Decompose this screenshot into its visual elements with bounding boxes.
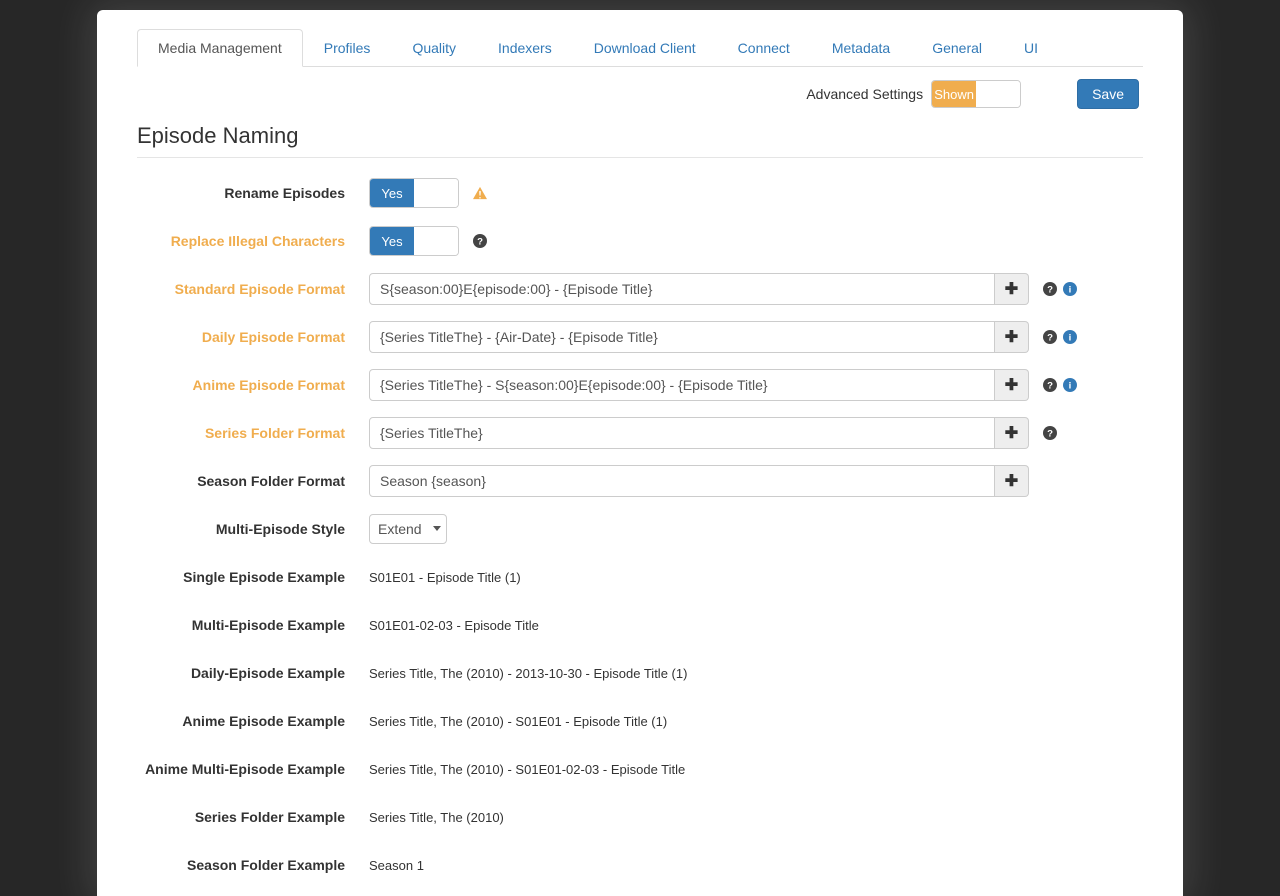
svg-text:?: ? bbox=[1047, 429, 1053, 440]
toggle-rename-episodes[interactable]: Yes bbox=[369, 178, 459, 208]
value-anime-episode-example: Series Title, The (2010) - S01E01 - Epis… bbox=[369, 714, 667, 729]
help-icon[interactable]: ? bbox=[473, 234, 487, 248]
row-anime-multi-episode-example: Anime Multi-Episode Example Series Title… bbox=[137, 752, 1143, 786]
label-multi-episode-style: Multi-Episode Style bbox=[137, 521, 369, 537]
plus-icon: ✚ bbox=[1005, 327, 1018, 347]
add-token-button[interactable]: ✚ bbox=[995, 465, 1029, 497]
label-single-episode-example: Single Episode Example bbox=[137, 569, 369, 585]
plus-icon: ✚ bbox=[1005, 471, 1018, 491]
tab-profiles[interactable]: Profiles bbox=[303, 29, 392, 67]
row-replace-illegal: Replace Illegal Characters Yes ? bbox=[137, 224, 1143, 258]
advanced-toggle-on: Shown bbox=[932, 81, 976, 107]
svg-text:i: i bbox=[1069, 333, 1072, 344]
label-anime-episode-example: Anime Episode Example bbox=[137, 713, 369, 729]
tab-metadata[interactable]: Metadata bbox=[811, 29, 911, 67]
tab-quality[interactable]: Quality bbox=[391, 29, 477, 67]
top-bar: Advanced Settings Shown Save bbox=[137, 79, 1143, 109]
input-season-folder-format[interactable] bbox=[369, 465, 995, 497]
label-season-folder-format: Season Folder Format bbox=[137, 473, 369, 489]
toggle-yes: Yes bbox=[370, 179, 414, 207]
advanced-toggle-off bbox=[976, 81, 1020, 107]
toggle-yes: Yes bbox=[370, 227, 414, 255]
info-icon[interactable]: i bbox=[1063, 282, 1077, 296]
value-multi-episode-example: S01E01-02-03 - Episode Title bbox=[369, 618, 539, 633]
row-anime-episode-example: Anime Episode Example Series Title, The … bbox=[137, 704, 1143, 738]
plus-icon: ✚ bbox=[1005, 279, 1018, 299]
tab-media-management[interactable]: Media Management bbox=[137, 29, 303, 67]
tab-general[interactable]: General bbox=[911, 29, 1003, 67]
label-multi-episode-example: Multi-Episode Example bbox=[137, 617, 369, 633]
label-anime-format: Anime Episode Format bbox=[137, 377, 369, 393]
plus-icon: ✚ bbox=[1005, 423, 1018, 443]
svg-text:i: i bbox=[1069, 285, 1072, 296]
label-series-folder-format: Series Folder Format bbox=[137, 425, 369, 441]
warning-icon bbox=[473, 186, 487, 200]
value-daily-episode-example: Series Title, The (2010) - 2013-10-30 - … bbox=[369, 666, 687, 681]
toggle-blank bbox=[414, 227, 458, 255]
label-season-folder-example: Season Folder Example bbox=[137, 857, 369, 873]
tab-ui[interactable]: UI bbox=[1003, 29, 1059, 67]
row-series-folder-format: Series Folder Format ✚ ? bbox=[137, 416, 1143, 450]
row-daily-episode-example: Daily-Episode Example Series Title, The … bbox=[137, 656, 1143, 690]
tab-download-client[interactable]: Download Client bbox=[573, 29, 717, 67]
value-single-episode-example: S01E01 - Episode Title (1) bbox=[369, 570, 521, 585]
svg-text:?: ? bbox=[477, 237, 483, 248]
advanced-settings-label: Advanced Settings bbox=[806, 86, 923, 102]
value-season-folder-example: Season 1 bbox=[369, 858, 424, 873]
row-rename-episodes: Rename Episodes Yes bbox=[137, 176, 1143, 210]
label-series-folder-example: Series Folder Example bbox=[137, 809, 369, 825]
svg-text:i: i bbox=[1069, 381, 1072, 392]
svg-text:?: ? bbox=[1047, 333, 1053, 344]
label-standard-format: Standard Episode Format bbox=[137, 281, 369, 297]
row-season-folder-format: Season Folder Format ✚ bbox=[137, 464, 1143, 498]
label-daily-format: Daily Episode Format bbox=[137, 329, 369, 345]
label-daily-episode-example: Daily-Episode Example bbox=[137, 665, 369, 681]
tab-indexers[interactable]: Indexers bbox=[477, 29, 573, 67]
label-replace-illegal: Replace Illegal Characters bbox=[137, 233, 369, 249]
row-multi-episode-style: Multi-Episode Style Extend bbox=[137, 512, 1143, 546]
tab-connect[interactable]: Connect bbox=[717, 29, 811, 67]
input-series-folder-format[interactable] bbox=[369, 417, 995, 449]
add-token-button[interactable]: ✚ bbox=[995, 273, 1029, 305]
settings-panel: Media Management Profiles Quality Indexe… bbox=[97, 10, 1183, 896]
svg-text:?: ? bbox=[1047, 285, 1053, 296]
input-anime-format[interactable] bbox=[369, 369, 995, 401]
add-token-button[interactable]: ✚ bbox=[995, 369, 1029, 401]
help-icon[interactable]: ? bbox=[1043, 282, 1057, 296]
add-token-button[interactable]: ✚ bbox=[995, 321, 1029, 353]
help-icon[interactable]: ? bbox=[1043, 426, 1057, 440]
info-icon[interactable]: i bbox=[1063, 378, 1077, 392]
row-multi-episode-example: Multi-Episode Example S01E01-02-03 - Epi… bbox=[137, 608, 1143, 642]
add-token-button[interactable]: ✚ bbox=[995, 417, 1029, 449]
help-icon[interactable]: ? bbox=[1043, 330, 1057, 344]
label-rename-episodes: Rename Episodes bbox=[137, 185, 369, 201]
row-standard-format: Standard Episode Format ✚ ? i bbox=[137, 272, 1143, 306]
row-anime-format: Anime Episode Format ✚ ? i bbox=[137, 368, 1143, 402]
save-button[interactable]: Save bbox=[1077, 79, 1139, 109]
input-daily-format[interactable] bbox=[369, 321, 995, 353]
tabs-bar: Media Management Profiles Quality Indexe… bbox=[137, 28, 1143, 67]
input-standard-format[interactable] bbox=[369, 273, 995, 305]
info-icon[interactable]: i bbox=[1063, 330, 1077, 344]
select-multi-episode-style[interactable]: Extend bbox=[369, 514, 447, 544]
label-anime-multi-episode-example: Anime Multi-Episode Example bbox=[137, 761, 369, 777]
section-title: Episode Naming bbox=[137, 123, 1143, 158]
value-anime-multi-episode-example: Series Title, The (2010) - S01E01-02-03 … bbox=[369, 762, 685, 777]
svg-text:?: ? bbox=[1047, 381, 1053, 392]
row-daily-format: Daily Episode Format ✚ ? i bbox=[137, 320, 1143, 354]
toggle-blank bbox=[414, 179, 458, 207]
value-series-folder-example: Series Title, The (2010) bbox=[369, 810, 504, 825]
advanced-settings-toggle[interactable]: Shown bbox=[931, 80, 1021, 108]
row-single-episode-example: Single Episode Example S01E01 - Episode … bbox=[137, 560, 1143, 594]
help-icon[interactable]: ? bbox=[1043, 378, 1057, 392]
toggle-replace-illegal[interactable]: Yes bbox=[369, 226, 459, 256]
row-series-folder-example: Series Folder Example Series Title, The … bbox=[137, 800, 1143, 834]
row-season-folder-example: Season Folder Example Season 1 bbox=[137, 848, 1143, 882]
plus-icon: ✚ bbox=[1005, 375, 1018, 395]
